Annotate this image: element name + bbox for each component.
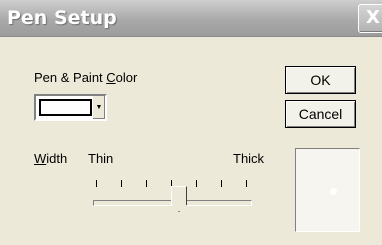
cancel-button[interactable]: Cancel <box>285 100 356 128</box>
window-title: Pen Setup <box>7 7 117 29</box>
width-label: Width <box>34 151 67 166</box>
ok-button[interactable]: OK <box>285 66 356 94</box>
thin-label: Thin <box>88 151 114 166</box>
color-label-mnemonic: C <box>106 70 116 85</box>
pen-color-picker[interactable]: ▼ <box>34 94 107 121</box>
pen-preview <box>295 148 360 232</box>
pen-setup-dialog: Pen Setup X Pen & Paint Color ▼ OK Cance… <box>0 0 382 245</box>
slider-tick <box>96 180 97 187</box>
slider-tick <box>196 180 197 187</box>
close-button[interactable]: X <box>358 4 382 33</box>
color-label: Pen & Paint Color <box>34 70 137 85</box>
color-label-post: olor <box>115 70 138 85</box>
width-label-post: idth <box>46 151 68 166</box>
color-label-pre: Pen & Paint <box>34 70 107 85</box>
slider-tick <box>146 180 147 187</box>
slider-tick <box>221 180 222 187</box>
slider-tick <box>171 180 172 187</box>
width-label-mnemonic: W <box>34 151 47 166</box>
slider-tick <box>121 180 122 187</box>
thick-label: Thick <box>233 151 265 166</box>
slider-tick <box>246 180 247 187</box>
preview-dot <box>330 188 337 195</box>
chevron-down-icon[interactable]: ▼ <box>92 96 105 119</box>
title-bar[interactable]: Pen Setup X <box>0 0 382 37</box>
color-swatch <box>39 99 92 116</box>
width-slider-thumb[interactable] <box>171 186 187 212</box>
